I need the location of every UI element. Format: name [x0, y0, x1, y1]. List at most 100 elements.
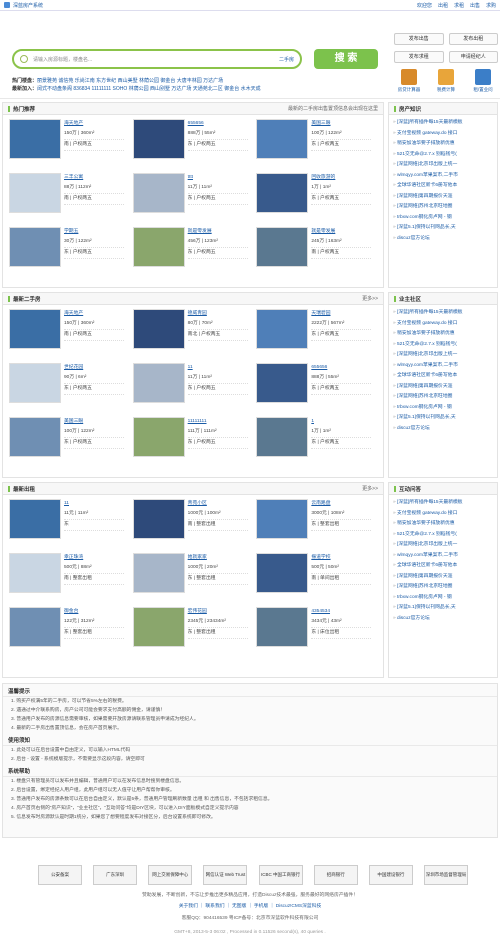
listing-photo[interactable]	[9, 417, 61, 457]
listing-title[interactable]: 青苑小区	[188, 501, 207, 506]
listing-photo[interactable]	[256, 173, 309, 213]
trust-badge[interactable]: 公安备案	[38, 865, 82, 885]
action-button[interactable]: 发布出租	[448, 33, 498, 45]
side-link[interactable]: 稍安加油华要子排放新优惠	[393, 139, 493, 150]
trust-badge[interactable]: 广东深圳	[93, 865, 138, 885]
side-link[interactable]: wlmqyy.com苹果案市,二手市	[393, 361, 493, 372]
action-button[interactable]: 发布出售	[394, 33, 444, 45]
side-link[interactable]: 支付宝视频 gateway.do 接口	[393, 129, 493, 140]
side-link[interactable]: [深蓝5.1]保持以刊网品长,天	[393, 413, 493, 424]
listing-photo[interactable]	[256, 607, 309, 647]
top-link[interactable]: 出售	[470, 2, 480, 9]
side-link[interactable]: 521交无命@2.7.x 别稻钱亏(	[393, 340, 493, 351]
listing-photo[interactable]	[132, 119, 185, 159]
side-link[interactable]: 稍安加油华要子排放新优惠	[393, 329, 493, 340]
trust-badge[interactable]: 招商银行	[313, 865, 358, 885]
listing-photo[interactable]	[132, 227, 185, 267]
site-link[interactable]: 深蓝房产系统	[13, 2, 43, 9]
listing-card[interactable]: tttt 11万 | 11m² 东 | 户权两五	[132, 173, 257, 217]
side-link[interactable]: 521交无命@2.7.x 别稻钱亏(	[393, 530, 493, 541]
listing-card[interactable]: 11 11万 | 11m² 东 | 户权两五	[132, 363, 257, 407]
listing-card[interactable]: 青苑小区 1000元 | 100m² 南 | 整套出租	[132, 499, 257, 543]
side-link[interactable]: trbxw.com钢化房卢网 - 钢	[393, 403, 493, 414]
side-link[interactable]: [深蓝]所有插件每15天最新模板	[393, 498, 493, 509]
listing-title[interactable]: 就是零发展	[311, 229, 335, 234]
listing-card[interactable]: 4354534 3434元 | 43m² 东 | 床位出租	[256, 607, 380, 651]
side-link[interactable]: wlmqyy.com苹果案市,二手市	[393, 171, 493, 182]
listing-card[interactable]: 655656 888万 | 55m² 东 | 户权两五	[256, 363, 380, 407]
listing-card[interactable]: 就是零发展 456万 | 123m² 东 | 户权两五	[132, 227, 257, 271]
listing-title[interactable]: 1	[311, 419, 314, 424]
side-link[interactable]: trbxw.com钢化房卢网 - 钢	[393, 593, 493, 604]
listing-photo[interactable]	[132, 417, 185, 457]
listing-title[interactable]: 振道学校	[311, 555, 330, 560]
listing-card[interactable]: 学期五 30万 | 122m² 东 | 户权两五	[9, 227, 133, 271]
listing-photo[interactable]	[132, 499, 185, 539]
trust-badge[interactable]: 网信认证 Web Trust	[203, 865, 248, 885]
listing-card[interactable]: 宏伟花园 2345元 | 23434m² 东 | 整套出租	[132, 607, 257, 651]
listing-title[interactable]: 655656	[311, 365, 327, 370]
trust-badge[interactable]: 网上交易保障中心	[148, 865, 193, 885]
side-link[interactable]: [深蓝5.1]保持以刊网品长,天	[393, 603, 493, 614]
listing-card[interactable]: 幸正珠湾 500元 | 88m² 南 | 整套出租	[9, 553, 133, 597]
listing-title[interactable]: 学期五	[64, 229, 78, 234]
home-icon[interactable]	[4, 2, 10, 8]
listing-photo[interactable]	[132, 363, 185, 403]
listing-photo[interactable]	[9, 173, 61, 213]
listing-photo[interactable]	[256, 227, 309, 267]
listing-title[interactable]: 她就家家	[188, 555, 207, 560]
side-link[interactable]: 全球华语社区新卡6册写他本	[393, 371, 493, 382]
listing-card[interactable]: 三丰公寓 88万 | 112m² 南 | 户权两五	[9, 173, 133, 217]
new-items[interactable]: 阔式不动盘条阁 836834 11111111 SOHO 林荫公园 西山别墅 万…	[37, 86, 261, 92]
listing-title[interactable]: 云南路盘	[311, 501, 330, 506]
listing-title[interactable]: 11	[188, 365, 193, 370]
listing-card[interactable]: 世纪花园 90万 | 6m² 东 | 户权两五	[9, 363, 133, 407]
listing-title[interactable]: 天瑞碧园	[311, 311, 330, 316]
action-button[interactable]: 发布求租	[394, 51, 444, 63]
listing-card[interactable]: 德威青园 80万 | 70m² 南北 | 户权两五	[132, 309, 257, 353]
listing-title[interactable]: 幸正珠湾	[64, 555, 83, 560]
calculator-tool[interactable]: 房贷计算器	[394, 69, 424, 93]
listing-photo[interactable]	[9, 119, 61, 159]
side-link[interactable]: 521交无命@2.7.x 别稻钱亏(	[393, 150, 493, 161]
side-link[interactable]: [深蓝网络]苏州北京旺地圈	[393, 392, 493, 403]
listing-title[interactable]: 三丰公寓	[64, 175, 83, 180]
listing-title[interactable]: 11	[64, 501, 69, 506]
listing-card[interactable]: 云南路盘 3000元 | 108m² 东 | 整套出租	[256, 499, 380, 543]
listing-card[interactable]: 1 1万 | 1m² 东 | 户权两五	[256, 417, 380, 461]
listing-card[interactable]: 她就家家 1000元 | 20m² 东 | 整套出租	[132, 553, 257, 597]
action-button[interactable]: 申请经纪人	[448, 51, 498, 63]
listing-card[interactable]: 回收旅游的 1万 | 1m² 东 | 户权两五	[256, 173, 380, 217]
side-link[interactable]: 支付宝视频 gateway.do 接口	[393, 319, 493, 330]
listing-card[interactable]: 11 11元 | 11m² 东	[9, 499, 133, 543]
side-link[interactable]: [深蓝网络]第四期报价天涯	[393, 192, 493, 203]
listing-card[interactable]: 美国三眼 100万 | 122m² 东 | 户权两五	[9, 417, 133, 461]
listing-title[interactable]: 11111111	[188, 419, 207, 424]
search-box[interactable]: 请输入房源标题，楼盘名... 二手房	[12, 49, 302, 69]
search-type-select[interactable]: 二手房	[279, 56, 294, 63]
trust-badge[interactable]: ICBC 中国工商银行	[258, 865, 303, 885]
listing-card[interactable]: 海天地产 150万 | 360m² 南 | 户权两五	[9, 309, 133, 353]
listing-title[interactable]: 宏伟花园	[188, 609, 207, 614]
listing-card[interactable]: 御金台 122元 | 312m² 东 | 整套出租	[9, 607, 133, 651]
trust-badge[interactable]: 深圳市场监督管理局	[423, 865, 468, 885]
listing-card[interactable]: 655656 888万 | 55m² 东 | 户权两五	[132, 119, 257, 163]
side-link[interactable]: [深蓝网络]北京印出版上统一	[393, 540, 493, 551]
listing-title[interactable]: 就是零发展	[188, 229, 212, 234]
listing-title[interactable]: tttt	[188, 175, 193, 180]
listing-title[interactable]: 美国三眼	[64, 419, 83, 424]
side-link[interactable]: 全球华语社区新卡6册写他本	[393, 181, 493, 192]
listing-title[interactable]: 655656	[188, 121, 204, 126]
listing-photo[interactable]	[132, 553, 185, 593]
trust-badge[interactable]: 中国建设银行	[368, 865, 413, 885]
listing-photo[interactable]	[256, 309, 309, 349]
listing-title[interactable]: 海天地产	[64, 311, 83, 316]
search-input[interactable]: 请输入房源标题，楼盘名...	[33, 56, 92, 63]
side-link[interactable]: [深蓝]所有插件每15天最新模板	[393, 308, 493, 319]
side-link[interactable]: wlmqyy.com苹果案市,二手市	[393, 551, 493, 562]
listing-photo[interactable]	[256, 119, 309, 159]
side-link[interactable]: [深蓝网络]苏州北京旺地圈	[393, 582, 493, 593]
listing-photo[interactable]	[132, 309, 185, 349]
more-link[interactable]: 更多>>	[362, 485, 378, 492]
more-link[interactable]: 更多>>	[362, 295, 378, 302]
